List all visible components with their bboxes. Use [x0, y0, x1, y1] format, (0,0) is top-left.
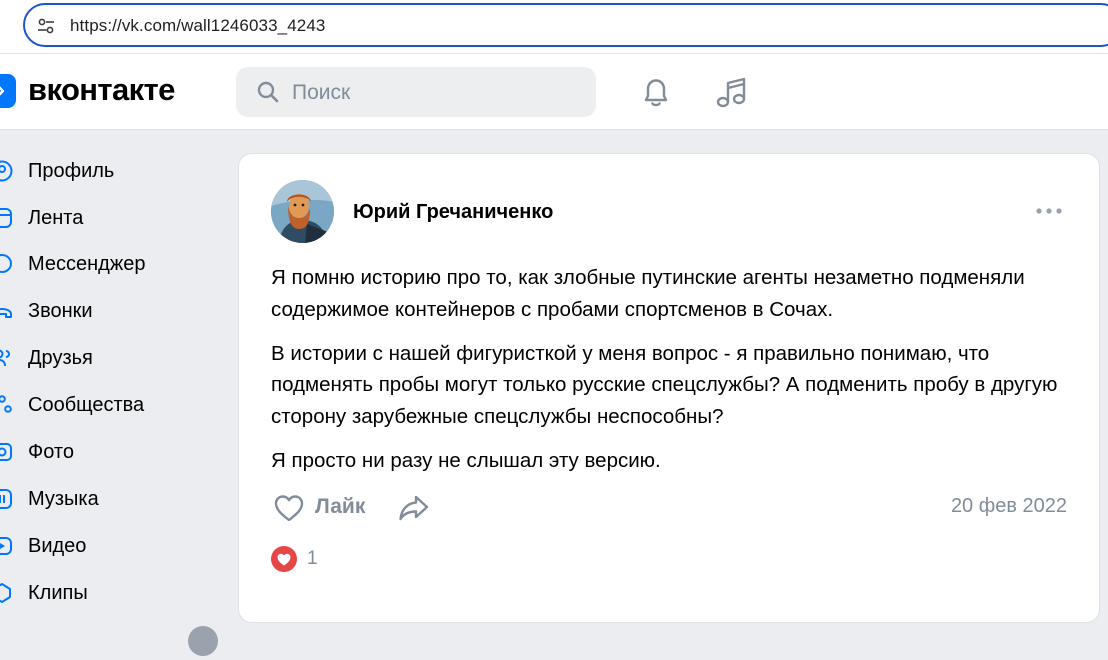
sidebar-item-label: Видео	[28, 535, 87, 557]
feed-icon	[0, 208, 12, 228]
communities-icon	[0, 395, 12, 413]
url-text[interactable]: https://vk.com/wall1246033_4243	[70, 16, 325, 36]
friends-icon	[0, 349, 11, 367]
author-name[interactable]: Юрий Гречаниченко	[353, 201, 553, 224]
sidebar-item-video[interactable]: Видео	[0, 526, 220, 566]
reactions-summary[interactable]: 1	[271, 544, 351, 574]
sidebar-item-label: Лента	[28, 207, 84, 229]
sidebar-item-calls[interactable]: Звонки	[0, 291, 220, 331]
sidebar-item-label: Друзья	[28, 347, 93, 369]
photo-icon	[0, 443, 12, 461]
search-icon	[257, 81, 279, 103]
profile-icon	[0, 160, 13, 182]
sidebar-item-label: Мессенджер	[28, 253, 146, 275]
like-label: Лайк	[315, 495, 366, 518]
video-icon	[0, 537, 12, 555]
post-date[interactable]: 20 фев 2022	[951, 495, 1067, 518]
like-button[interactable]: Лайк	[271, 488, 371, 528]
search-input[interactable]: Поиск	[236, 67, 596, 117]
sidebar-item-label: Клипы	[28, 582, 88, 604]
messenger-icon	[0, 253, 13, 274]
sidebar-item-label: Профиль	[28, 160, 115, 182]
sidebar-item-clips[interactable]: Клипы	[0, 573, 220, 613]
browser-toolbar: https://vk.com/wall1246033_4243	[0, 0, 1108, 54]
author-avatar[interactable]	[271, 180, 334, 243]
sidebar-item-label: Фото	[28, 441, 74, 463]
vk-logo-text[interactable]: вконтакте	[28, 72, 175, 108]
post-text: Я помню историю про то, как злобные пути…	[271, 262, 1071, 489]
reaction-count: 1	[307, 548, 318, 569]
notifications-bell-icon[interactable]	[639, 74, 673, 110]
sidebar-item-music[interactable]: Музыка	[0, 479, 220, 519]
left-sidebar: Профиль Лента Мессенджер Звонки Друзья С…	[0, 130, 230, 656]
sidebar-item-feed[interactable]: Лента	[0, 198, 220, 238]
post-paragraph: Я просто ни разу не слышал эту версию.	[271, 448, 661, 472]
more-options-icon[interactable]	[1034, 202, 1064, 220]
sidebar-item-label: Звонки	[28, 300, 93, 322]
address-bar[interactable]: https://vk.com/wall1246033_4243	[23, 3, 1108, 47]
share-icon[interactable]	[397, 490, 431, 524]
post-paragraph: В истории с нашей фигуристкой у меня воп…	[271, 341, 1058, 428]
sidebar-item-communities[interactable]: Сообщества	[0, 385, 220, 425]
heart-reaction-icon	[271, 546, 297, 572]
sidebar-item-label: Музыка	[28, 488, 99, 510]
search-placeholder: Поиск	[292, 81, 351, 104]
clips-icon	[0, 583, 11, 603]
sidebar-item-partial[interactable]	[0, 620, 220, 660]
site-settings-icon[interactable]	[37, 17, 55, 35]
vk-logo-icon[interactable]	[0, 74, 16, 108]
sidebar-item-profile[interactable]: Профиль	[0, 151, 220, 191]
wall-post: Юрий Гречаниченко Я помню историю про то…	[238, 153, 1100, 623]
site-header: вконтакте Поиск	[0, 54, 1108, 130]
sidebar-item-messenger[interactable]: Мессенджер	[0, 244, 220, 284]
sidebar-item-photo[interactable]: Фото	[0, 432, 220, 472]
music-note-icon[interactable]	[714, 74, 748, 110]
sidebar-item-label: Сообщества	[28, 394, 145, 416]
sidebar-item-friends[interactable]: Друзья	[0, 338, 220, 378]
heart-outline-icon	[274, 495, 304, 522]
counter-badge	[188, 626, 218, 656]
calls-icon	[0, 308, 12, 318]
music-icon	[0, 489, 12, 509]
post-paragraph: Я помню историю про то, как злобные пути…	[271, 266, 1025, 321]
